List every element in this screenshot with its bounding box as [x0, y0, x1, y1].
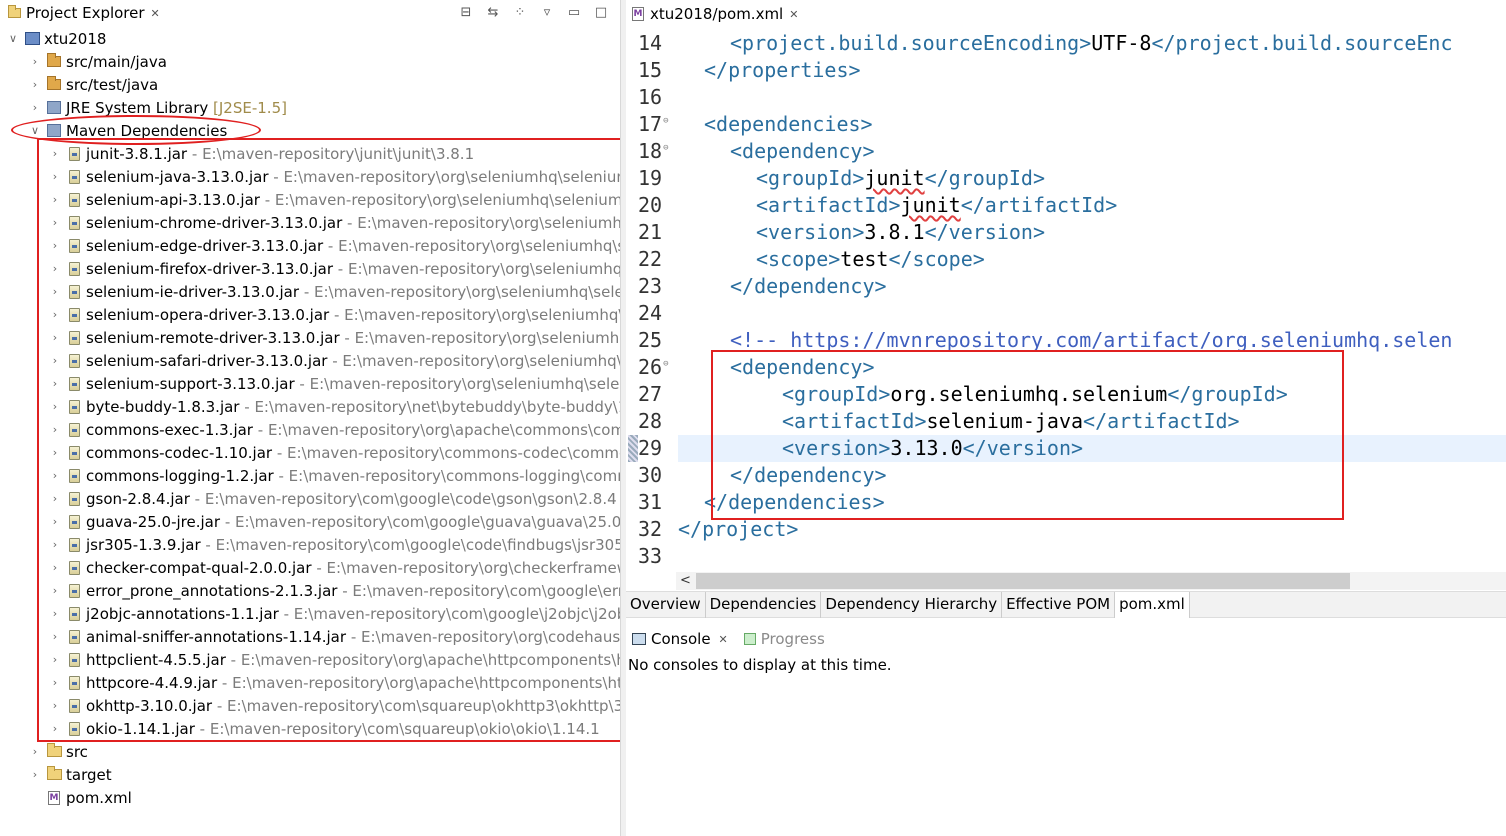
package-folder-icon [46, 76, 62, 93]
src-test-label: src/test/java [66, 75, 159, 94]
package-folder-icon [46, 53, 62, 70]
tab-overview[interactable]: Overview [626, 592, 706, 618]
code-line: <artifactId>junit</artifactId> [756, 193, 1118, 217]
tree-item-src[interactable]: › src [28, 740, 88, 763]
scrollbar-thumb[interactable] [696, 573, 1350, 589]
library-icon [46, 100, 62, 116]
annotation-box-dependencies [37, 138, 620, 742]
maven-file-icon: M [632, 7, 644, 21]
link-editor-icon[interactable]: ⇆ [486, 5, 500, 20]
chevron-right-icon[interactable]: › [28, 745, 42, 758]
close-icon[interactable]: ✕ [151, 7, 160, 20]
tab-dependency-hierarchy[interactable]: Dependency Hierarchy [821, 592, 1003, 618]
view-menu-icon[interactable]: ▿ [540, 5, 554, 20]
close-icon[interactable]: ✕ [719, 633, 728, 646]
tree-item-project[interactable]: ∨ xtu2018 [6, 27, 106, 50]
code-line: <project.build.sourceEncoding>UTF-8</pro… [730, 31, 1453, 55]
code-line: <dependency> [730, 139, 875, 163]
tree-item-src-main[interactable]: › src/main/java [28, 50, 167, 73]
jre-label: JRE System Library [66, 98, 209, 117]
horizontal-scrollbar[interactable]: < [676, 572, 1506, 590]
console-tabbar: Console ✕ Progress [626, 626, 1506, 652]
tree-item-src-test[interactable]: › src/test/java [28, 73, 158, 96]
code-line: </project> [678, 517, 799, 541]
progress-icon [743, 633, 756, 645]
chevron-down-icon[interactable]: ∨ [6, 32, 20, 45]
folder-icon [46, 743, 62, 760]
tab-progress[interactable]: Progress [738, 630, 825, 648]
console-message: No consoles to display at this time. [628, 656, 892, 674]
tab-console[interactable]: Console ✕ [626, 630, 728, 648]
minimize-icon[interactable]: ▭ [567, 5, 581, 20]
scroll-left-arrow-icon[interactable]: < [680, 572, 691, 590]
code-line: <dependencies> [704, 112, 873, 136]
progress-tab-label: Progress [760, 630, 825, 648]
target-label: target [66, 765, 112, 784]
pom-editor-tabs: Overview Dependencies Dependency Hierarc… [626, 591, 1506, 618]
code-line: </properties> [704, 58, 861, 82]
chevron-right-icon[interactable]: › [28, 78, 42, 91]
console-tab-label: Console [651, 630, 711, 648]
pom-label: pom.xml [66, 788, 132, 807]
tab-project-explorer[interactable]: Project Explorer ✕ [0, 1, 160, 25]
project-explorer-panel: Project Explorer ✕ ⊟ ⇆ ⁘ ▿ ▭ □ ∨ xtu2018… [0, 0, 620, 836]
code-line: </dependency> [730, 274, 887, 298]
code-line: <scope>test</scope> [756, 247, 985, 271]
project-explorer-tabbar: Project Explorer ✕ ⊟ ⇆ ⁘ ▿ ▭ □ [0, 0, 620, 25]
editor-panel: M xtu2018/pom.xml ✕ 14 15 16 17⊖ 18⊖ 19 20 21 22… [626, 0, 1506, 836]
chevron-right-icon[interactable]: › [28, 768, 42, 781]
tab-pom-xml-source[interactable]: pom.xml [1115, 592, 1190, 618]
chevron-right-icon[interactable]: › [28, 55, 42, 68]
src-label: src [66, 742, 88, 761]
explorer-toolbar: ⊟ ⇆ ⁘ ▿ ▭ □ [459, 1, 608, 23]
chevron-right-icon[interactable]: › [28, 101, 42, 114]
annotation-box-selenium-dependency [711, 350, 1344, 520]
maximize-icon[interactable]: □ [594, 5, 608, 20]
project-explorer-icon [6, 5, 22, 21]
project-label: xtu2018 [44, 29, 107, 48]
project-icon [24, 31, 40, 47]
console-icon [632, 633, 646, 645]
tab-effective-pom[interactable]: Effective POM [1002, 592, 1116, 618]
view-menu-dots-icon[interactable]: ⁘ [513, 5, 527, 20]
project-explorer-title: Project Explorer [26, 4, 145, 22]
tree-item-target[interactable]: › target [28, 763, 112, 786]
code-line: <version>3.8.1</version> [756, 220, 1046, 244]
maven-file-icon: M [48, 790, 60, 805]
close-icon[interactable]: ✕ [789, 8, 798, 21]
tab-dependencies[interactable]: Dependencies [706, 592, 822, 618]
jre-version-decoration: [J2SE-1.5] [213, 98, 287, 117]
collapse-all-icon[interactable]: ⊟ [459, 5, 473, 20]
tab-pom-xml[interactable]: M xtu2018/pom.xml ✕ [630, 0, 798, 28]
folder-icon [46, 766, 62, 783]
src-main-label: src/main/java [66, 52, 167, 71]
code-editor[interactable]: 14 15 16 17⊖ 18⊖ 19 20 21 22 23 24 25 26⊖ 27 28 29 30 31 3… [626, 28, 1506, 572]
editor-tab-title: xtu2018/pom.xml [650, 5, 784, 23]
code-line: <groupId>junit</groupId> [756, 166, 1046, 190]
tree-item-pom[interactable]: M pom.xml [28, 786, 132, 809]
